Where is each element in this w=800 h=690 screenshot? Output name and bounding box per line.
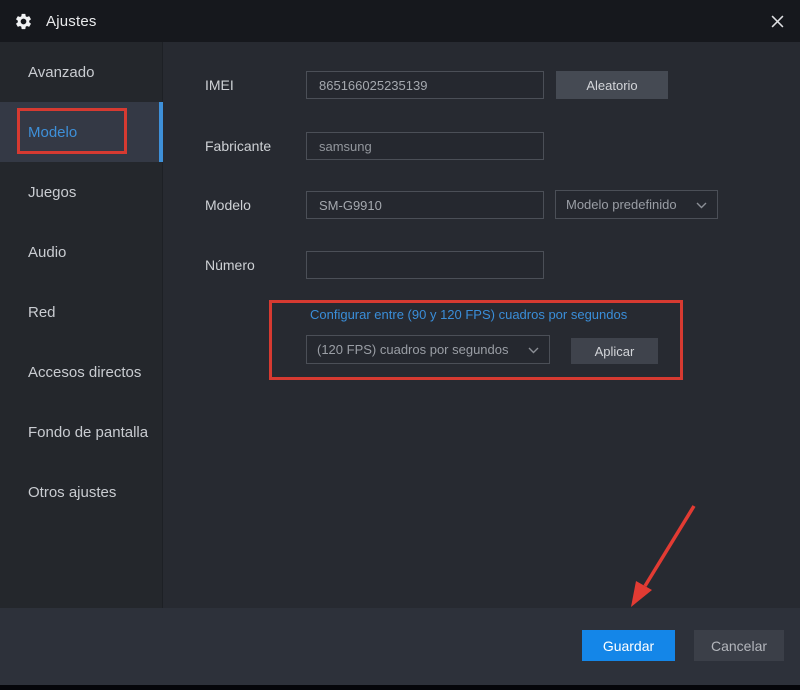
sidebar-item-label: Fondo de pantalla	[28, 423, 149, 441]
sidebar-item-label: Otros ajustes	[28, 483, 117, 501]
sidebar-item-accesos-directos[interactable]: Accesos directos	[0, 342, 162, 402]
random-imei-button[interactable]: Aleatorio	[556, 71, 668, 99]
sidebar-item-modelo[interactable]: Modelo	[0, 102, 163, 162]
sidebar-item-audio[interactable]: Audio	[0, 222, 162, 282]
apply-fps-button[interactable]: Aplicar	[571, 338, 658, 364]
settings-window: Ajustes Avanzado Modelo Juegos Audio Red…	[0, 0, 800, 690]
fabricante-input[interactable]	[306, 132, 544, 160]
sidebar-item-label: Accesos directos	[28, 363, 142, 381]
modelo-input[interactable]	[306, 191, 544, 219]
chevron-down-icon	[696, 197, 707, 212]
modelo-label: Modelo	[205, 197, 251, 213]
sidebar-item-label: Avanzado	[28, 63, 95, 81]
sidebar-item-juegos[interactable]: Juegos	[0, 162, 162, 222]
fabricante-label: Fabricante	[205, 138, 272, 154]
footer-bar: Guardar Cancelar	[0, 608, 800, 685]
sidebar-item-red[interactable]: Red	[0, 282, 162, 342]
sidebar-item-avanzado[interactable]: Avanzado	[0, 42, 162, 102]
cancel-button[interactable]: Cancelar	[694, 630, 784, 661]
save-button[interactable]: Guardar	[582, 630, 675, 661]
model-settings-form: IMEI Aleatorio Fabricante Modelo Modelo …	[163, 42, 800, 608]
fps-dropdown[interactable]: (120 FPS) cuadros por segundos	[306, 335, 550, 364]
sidebar-item-otros-ajustes[interactable]: Otros ajustes	[0, 462, 162, 522]
model-preset-dropdown-value: Modelo predefinido	[566, 197, 677, 212]
imei-input[interactable]	[306, 71, 544, 99]
chevron-down-icon	[528, 342, 539, 357]
numero-label: Número	[205, 257, 255, 273]
model-preset-dropdown[interactable]: Modelo predefinido	[555, 190, 718, 219]
titlebar: Ajustes	[0, 0, 800, 42]
gear-icon	[14, 12, 33, 31]
window-bottom-edge	[0, 685, 800, 690]
close-icon[interactable]	[768, 12, 786, 30]
sidebar: Avanzado Modelo Juegos Audio Red Accesos…	[0, 42, 163, 608]
fps-note: Configurar entre (90 y 120 FPS) cuadros …	[310, 307, 628, 322]
sidebar-item-label: Modelo	[28, 123, 78, 141]
fps-dropdown-value: (120 FPS) cuadros por segundos	[317, 342, 509, 357]
sidebar-item-fondo-de-pantalla[interactable]: Fondo de pantalla	[0, 402, 162, 462]
sidebar-item-label: Audio	[28, 243, 67, 261]
sidebar-item-label: Juegos	[28, 183, 77, 201]
imei-label: IMEI	[205, 77, 234, 93]
sidebar-item-label: Red	[28, 303, 56, 321]
numero-input[interactable]	[306, 251, 544, 279]
window-title: Ajustes	[46, 12, 97, 30]
